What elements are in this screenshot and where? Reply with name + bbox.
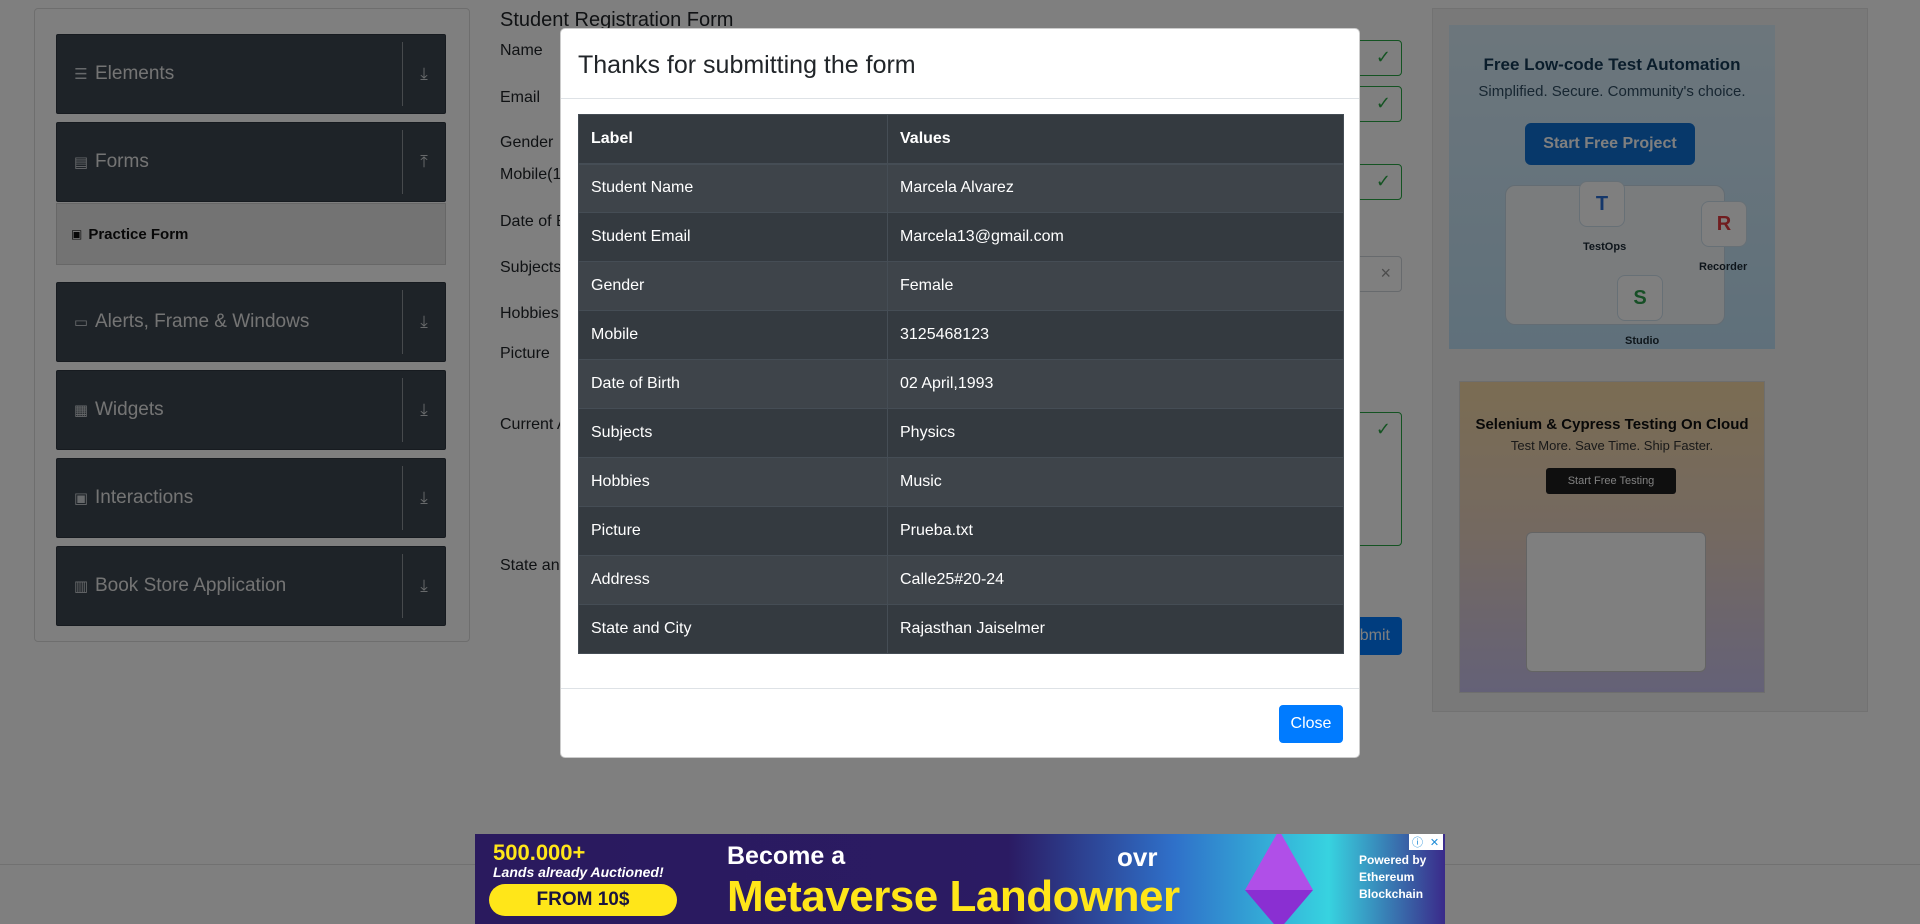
- row-value: Female: [887, 261, 1344, 311]
- table-row: Student Name Marcela Alvarez: [578, 163, 1344, 213]
- row-label: Subjects: [578, 408, 888, 458]
- row-label: Hobbies: [578, 457, 888, 507]
- ad-headline-text: Lands already Auctioned!: [493, 864, 664, 880]
- column-header-label: Label: [578, 114, 888, 165]
- row-value: Music: [887, 457, 1344, 507]
- row-value: 3125468123: [887, 310, 1344, 360]
- row-value: Calle25#20-24: [887, 555, 1344, 605]
- ad-info-icon[interactable]: ⓘ: [1409, 834, 1426, 850]
- row-label: Address: [578, 555, 888, 605]
- table-row: Gender Female: [578, 261, 1344, 311]
- row-value: Prueba.txt: [887, 506, 1344, 556]
- table-header-row: Label Values: [578, 114, 1344, 165]
- modal-header: Thanks for submitting the form: [561, 29, 1359, 99]
- close-button[interactable]: Close: [1279, 705, 1343, 743]
- row-label: State and City: [578, 604, 888, 654]
- table-row: Subjects Physics: [578, 408, 1344, 458]
- modal-title: Thanks for submitting the form: [578, 51, 916, 79]
- ad-headline-number: 500.000+: [493, 840, 586, 865]
- table-row: Date of Birth 02 April,1993: [578, 359, 1344, 409]
- row-value: Marcela13@gmail.com: [887, 212, 1344, 262]
- submission-table: Label Values Student Name Marcela Alvare…: [578, 114, 1344, 654]
- row-label: Student Name: [578, 163, 888, 213]
- row-label: Picture: [578, 506, 888, 556]
- table-row: Student Email Marcela13@gmail.com: [578, 212, 1344, 262]
- powered-line: Ethereum: [1359, 870, 1415, 884]
- price-button[interactable]: FROM 10$: [489, 884, 677, 916]
- row-label: Gender: [578, 261, 888, 311]
- table-row: Mobile 3125468123: [578, 310, 1344, 360]
- row-value: 02 April,1993: [887, 359, 1344, 409]
- row-value: Marcela Alvarez: [887, 163, 1344, 213]
- row-value: Rajasthan Jaiselmer: [887, 604, 1344, 654]
- ovr-logo: ovr: [1117, 842, 1158, 872]
- ad-close-icon[interactable]: ✕: [1426, 834, 1443, 850]
- column-header-values: Values: [887, 114, 1344, 165]
- ethereum-icon-lower: [1245, 890, 1313, 924]
- powered-line: Powered by: [1359, 853, 1427, 867]
- powered-by-text: Powered by Ethereum Blockchain: [1359, 852, 1426, 903]
- powered-line: Blockchain: [1359, 887, 1424, 901]
- ethereum-icon: [1245, 834, 1313, 890]
- ad-controls: ⓘ ✕: [1409, 834, 1443, 850]
- row-label: Mobile: [578, 310, 888, 360]
- bottom-ad-banner[interactable]: 500.000+ Lands already Auctioned! FROM 1…: [475, 834, 1445, 924]
- row-value: Physics: [887, 408, 1344, 458]
- modal-footer: Close: [561, 688, 1359, 758]
- submission-modal: Thanks for submitting the form Label Val…: [560, 28, 1360, 758]
- table-row: Picture Prueba.txt: [578, 506, 1344, 556]
- table-row: Address Calle25#20-24: [578, 555, 1344, 605]
- row-label: Student Email: [578, 212, 888, 262]
- table-row: State and City Rajasthan Jaiselmer: [578, 604, 1344, 654]
- ad-metaverse-text: Metaverse Landowner: [727, 872, 1180, 921]
- row-label: Date of Birth: [578, 359, 888, 409]
- ad-become-text: Become a: [727, 842, 846, 870]
- table-row: Hobbies Music: [578, 457, 1344, 507]
